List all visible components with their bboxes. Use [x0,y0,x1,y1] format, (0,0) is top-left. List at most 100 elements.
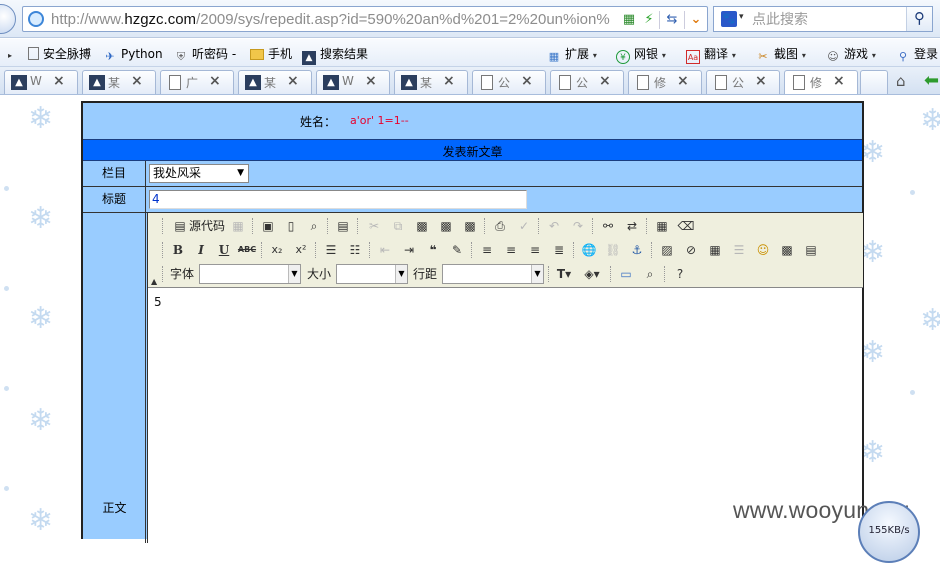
chevron-down-icon[interactable]: ▼ [395,265,407,283]
source-code-label[interactable]: 源代码 [189,219,225,233]
favorite-python[interactable]: ✈ Python [103,45,162,63]
align-center-icon[interactable]: ≡ [501,240,521,260]
close-icon[interactable]: × [833,73,845,89]
special-char-icon[interactable]: ▩ [777,240,797,260]
tab-2[interactable]: ▲ 某 × [82,70,156,94]
back-button[interactable] [0,4,16,34]
paw-icon[interactable]: 🐾 [721,11,737,27]
tab-11-active[interactable]: 修 × [784,70,858,94]
find-icon[interactable]: ⚯ [598,216,618,236]
link-icon[interactable]: 🌐 [579,240,599,260]
source-code-icon[interactable]: ▤ [170,216,190,236]
qr-code-icon[interactable]: ▦ [620,11,638,29]
tab-9[interactable]: 修 × [628,70,702,94]
cut-icon[interactable]: ✂ [364,216,384,236]
caret-down-icon[interactable]: ▾ [739,12,744,22]
align-left-icon[interactable]: ≡ [477,240,497,260]
tab-8[interactable]: 公 × [550,70,624,94]
lightning-icon[interactable]: ⚡ [640,11,658,29]
search-icon[interactable]: ⚲ [906,7,932,31]
paste-text-icon[interactable]: ▩ [436,216,456,236]
extension-fanyi[interactable]: Aa 翻译 ▾ [686,45,736,64]
indent-icon[interactable]: ⇥ [399,240,419,260]
new-page-icon[interactable]: ▯ [281,216,301,236]
tab-10[interactable]: 公 × [706,70,780,94]
ordered-list-icon[interactable]: ☰ [321,240,341,260]
text-color-icon[interactable]: T▾ [554,264,574,284]
redo-icon[interactable]: ↷ [568,216,588,236]
url-text[interactable]: http://www.hzgzc.com/2009/sys/repedit.as… [51,10,621,30]
blockquote-icon[interactable]: ❝ [423,240,443,260]
close-icon[interactable]: × [599,73,611,89]
unordered-list-icon[interactable]: ☷ [345,240,365,260]
extension-kuozhan[interactable]: ▦ 扩展 ▾ [547,45,597,63]
collapse-toolbar-icon[interactable]: ▲ [151,277,157,286]
caret-down-icon[interactable]: ▾ [872,51,876,60]
horizontal-rule-icon[interactable]: ☰ [729,240,749,260]
image-icon[interactable]: ▨ [657,240,677,260]
smiley-icon[interactable]: ☺ [753,240,773,260]
font-select[interactable]: ▼ [199,264,301,284]
page-break-icon[interactable]: ▤ [801,240,821,260]
help-icon[interactable]: ? [670,264,690,284]
italic-icon[interactable]: I [191,240,211,260]
tab-7[interactable]: 公 × [472,70,546,94]
caret-down-icon[interactable]: ▾ [732,51,736,60]
copy-icon[interactable]: ⧉ [388,216,408,236]
chevron-down-icon[interactable]: ▼ [288,265,300,283]
chevron-down-icon[interactable]: ▼ [531,265,543,283]
superscript-icon[interactable]: x² [291,240,311,260]
home-icon[interactable]: ⌂ [896,72,906,90]
close-icon[interactable]: × [443,73,455,89]
tab-3[interactable]: 广 × [160,70,234,94]
show-blocks-icon[interactable]: ⌕ [640,264,660,284]
outdent-icon[interactable]: ⇤ [375,240,395,260]
preview-icon[interactable]: ⌕ [304,216,324,236]
close-icon[interactable]: × [755,73,767,89]
anchor-icon[interactable]: ⚓ [627,240,647,260]
chevron-down-icon[interactable]: ⌄ [685,11,707,29]
undo-icon[interactable]: ↶ [544,216,564,236]
caret-down-icon[interactable]: ▾ [593,51,597,60]
spellcheck-icon[interactable]: ✓ [514,216,534,236]
close-icon[interactable]: × [209,73,221,89]
table-icon[interactable]: ▦ [705,240,725,260]
favorites-menu-arrow[interactable]: ▸ [8,45,12,63]
column-select[interactable]: 我处风采 ▼ [149,164,249,183]
paste-icon[interactable]: ▩ [412,216,432,236]
chevron-down-icon[interactable]: ▼ [237,165,244,182]
background-color-icon[interactable]: ◈▾ [582,264,602,284]
extension-youxi[interactable]: ☺ 游戏 ▾ [826,45,876,63]
replace-icon[interactable]: ⇄ [622,216,642,236]
close-icon[interactable]: × [287,73,299,89]
underline-icon[interactable]: U [214,240,234,260]
paste-word-icon[interactable]: ▩ [460,216,480,236]
close-icon[interactable]: × [53,73,65,89]
flash-icon[interactable]: ⊘ [681,240,701,260]
tab-4[interactable]: ▲ 某 × [238,70,312,94]
bold-icon[interactable]: B [168,240,188,260]
templates-icon[interactable]: ▦ [228,216,248,236]
search-field[interactable]: 🐾 ▾ 点此搜索 ⚲ [713,6,933,32]
close-icon[interactable]: × [521,73,533,89]
template-icon[interactable]: ▤ [333,216,353,236]
close-icon[interactable]: × [131,73,143,89]
div-container-icon[interactable]: ✎ [447,240,467,260]
select-all-icon[interactable]: ▦ [652,216,672,236]
editor-content[interactable]: 5 [154,295,162,309]
url-field[interactable]: http://www.hzgzc.com/2009/sys/repedit.as… [22,6,708,32]
tab-5[interactable]: ▲ W × [316,70,390,94]
close-icon[interactable]: × [365,73,377,89]
tab-6[interactable]: ▲ 某 × [394,70,468,94]
arrow-left-icon[interactable]: ⬅ [924,70,939,91]
save-icon[interactable]: ▣ [258,216,278,236]
favorite-shouji[interactable]: 手机 [250,45,292,63]
search-placeholder[interactable]: 点此搜索 [752,10,808,30]
maximize-icon[interactable]: ▭ [616,264,636,284]
size-select[interactable]: ▼ [336,264,408,284]
favorite-anquanmaibo[interactable]: 安全脉搏 [28,45,91,63]
eraser-icon[interactable]: ⌫ [676,216,696,236]
favorite-sousuojieguo[interactable]: ▲ 搜索结果 [302,45,368,65]
justify-icon[interactable]: ≣ [549,240,569,260]
extension-jietu[interactable]: ✂ 截图 ▾ [756,45,805,63]
